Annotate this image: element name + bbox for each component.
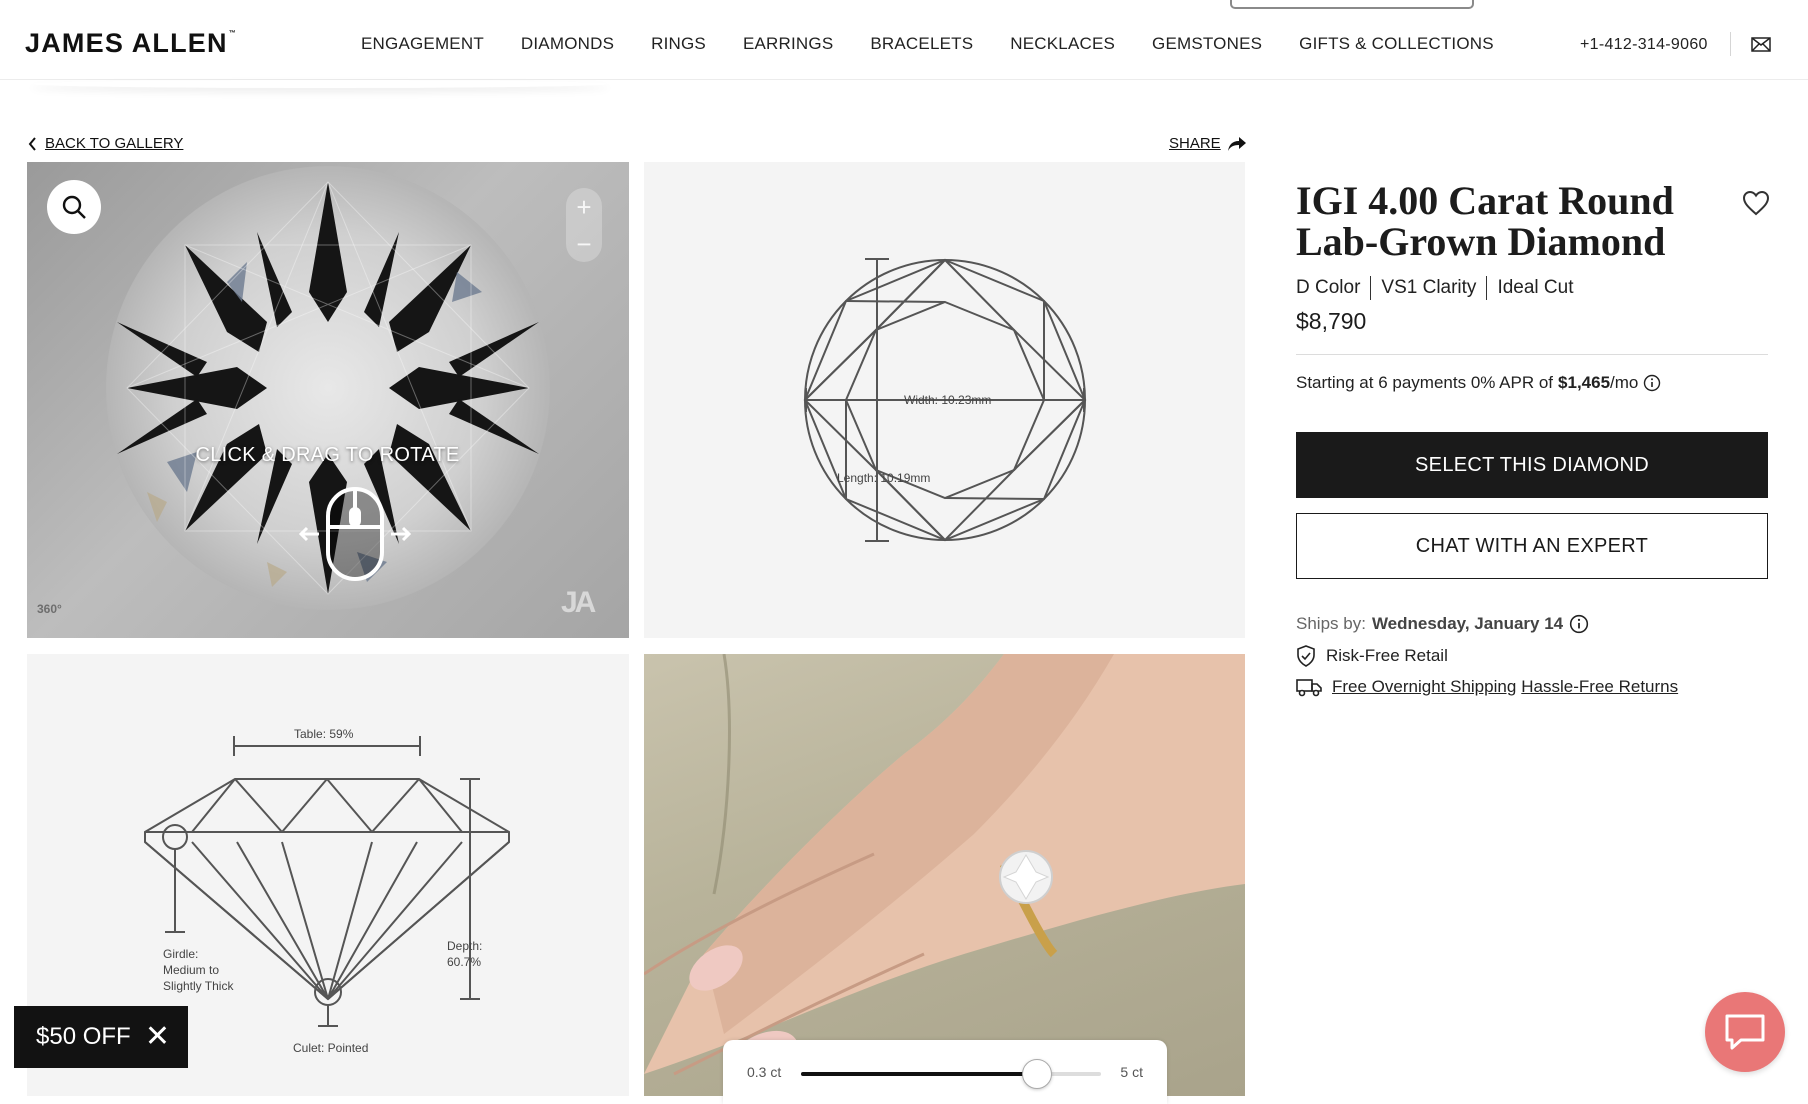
- girdle-value-1: Medium to: [163, 963, 219, 977]
- ring-on-hand-photo[interactable]: [644, 654, 1245, 1096]
- spec-divider: [1486, 276, 1488, 300]
- zoom-control: + −: [566, 188, 602, 262]
- truck-icon: [1296, 679, 1322, 697]
- price-divider: [1296, 354, 1768, 355]
- site-header: JAMES ALLEN™ ENGAGEMENT DIAMONDS RINGS E…: [0, 0, 1808, 80]
- product-title: IGI 4.00 Carat Round Lab-Grown Diamond: [1296, 178, 1674, 264]
- shield-check-icon: [1297, 645, 1315, 667]
- share-label: SHARE: [1169, 135, 1221, 152]
- culet-label: Culet: Pointed: [293, 1041, 368, 1055]
- chevron-left-icon: [28, 136, 36, 151]
- ja-watermark: JA: [561, 586, 596, 619]
- brand-logo[interactable]: JAMES ALLEN™: [25, 28, 237, 59]
- ships-prefix: Ships by:: [1296, 614, 1366, 633]
- chat-with-expert-button[interactable]: CHAT WITH AN EXPERT: [1296, 513, 1768, 579]
- girdle-value-2: Slightly Thick: [163, 979, 234, 993]
- financing-info: Starting at 6 payments 0% APR of $1,465/…: [1296, 373, 1661, 393]
- spec-cut: Ideal Cut: [1497, 277, 1574, 298]
- nav-item-rings[interactable]: RINGS: [651, 34, 706, 54]
- carat-slider-track[interactable]: [801, 1059, 1101, 1089]
- nav-item-engagement[interactable]: ENGAGEMENT: [361, 34, 484, 54]
- carat-size-slider[interactable]: 0.3 ct 5 ct: [723, 1040, 1167, 1104]
- nav-item-gifts-collections[interactable]: GIFTS & COLLECTIONS: [1299, 34, 1494, 54]
- depth-value: 60.7%: [447, 955, 481, 969]
- info-icon[interactable]: [1643, 374, 1661, 392]
- nav-item-earrings[interactable]: EARRINGS: [743, 34, 833, 54]
- promo-label: $50 OFF: [36, 1023, 131, 1050]
- chat-launcher-button[interactable]: [1705, 992, 1785, 1072]
- carat-slider-fill: [801, 1072, 1038, 1076]
- free-overnight-shipping-link[interactable]: Free Overnight Shipping: [1332, 677, 1516, 697]
- ships-by-info: Ships by: Wednesday, January 14: [1296, 614, 1589, 634]
- zoom-in-button[interactable]: +: [576, 194, 591, 220]
- badge-360: 360°: [37, 602, 62, 616]
- carat-min-label: 0.3 ct: [747, 1064, 782, 1080]
- zoom-out-button[interactable]: −: [576, 231, 591, 257]
- risk-free-perk: Risk-Free Retail: [1296, 645, 1448, 667]
- heart-icon[interactable]: [1742, 190, 1770, 216]
- spec-clarity: VS1 Clarity: [1381, 277, 1477, 298]
- diamond-top-outline: Width: 10.23mm Length: 10.19mm: [803, 258, 1087, 542]
- rotate-hint: CLICK & DRAG TO ROTATE: [195, 444, 460, 466]
- info-icon[interactable]: [1569, 614, 1589, 634]
- top-view-diagram[interactable]: Width: 10.23mm Length: 10.19mm: [644, 162, 1245, 638]
- magnify-button[interactable]: [47, 180, 101, 234]
- table-label: Table: 59%: [294, 727, 354, 741]
- share-arrow-icon: [1227, 136, 1246, 151]
- ships-date: Wednesday, January 14: [1371, 614, 1564, 633]
- header-divider: [1730, 32, 1731, 56]
- shipping-returns-perk: Free Overnight Shipping Hassle-Free Retu…: [1296, 677, 1678, 697]
- financing-suffix: /mo: [1610, 373, 1639, 392]
- chat-bubble-icon: [1725, 1014, 1765, 1050]
- dropdown-shadow: [30, 80, 610, 88]
- carat-max-label: 5 ct: [1120, 1064, 1143, 1080]
- search-tab[interactable]: [1230, 0, 1474, 9]
- depth-label: Depth:: [447, 939, 482, 953]
- back-to-gallery-link[interactable]: BACK TO GALLERY: [28, 135, 183, 152]
- hand-illustration: [644, 654, 1245, 1082]
- carat-slider-thumb[interactable]: [1022, 1059, 1053, 1089]
- mail-icon[interactable]: [1751, 37, 1771, 52]
- spec-divider: [1370, 276, 1372, 300]
- financing-prefix: Starting at 6 payments 0% APR of: [1296, 373, 1554, 392]
- girdle-label: Girdle:: [163, 947, 198, 961]
- financing-amount: $1,465: [1558, 373, 1611, 392]
- discount-promo-badge[interactable]: $50 OFF ✕: [14, 1006, 188, 1068]
- diamond-specs: D Color VS1 Clarity Ideal Cut: [1296, 276, 1573, 300]
- phone-number[interactable]: +1-412-314-9060: [1580, 36, 1708, 54]
- width-label: Width: 10.23mm: [904, 393, 991, 407]
- nav-item-gemstones[interactable]: GEMSTONES: [1152, 34, 1262, 54]
- length-label: Length: 10.19mm: [837, 471, 930, 485]
- nav-item-necklaces[interactable]: NECKLACES: [1010, 34, 1115, 54]
- main-nav: ENGAGEMENT DIAMONDS RINGS EARRINGS BRACE…: [361, 34, 1494, 54]
- share-link[interactable]: SHARE: [1169, 135, 1247, 152]
- diamond-360-viewer[interactable]: CLICK & DRAG TO ROTATE 360° JA: [27, 162, 629, 638]
- spec-color: D Color: [1296, 277, 1361, 298]
- select-diamond-button[interactable]: SELECT THIS DIAMOND: [1296, 432, 1768, 498]
- magnifier-icon: [62, 195, 86, 219]
- hassle-free-returns-link[interactable]: Hassle-Free Returns: [1521, 677, 1678, 697]
- mouse-drag-icon: [299, 487, 411, 581]
- nav-item-bracelets[interactable]: BRACELETS: [870, 34, 973, 54]
- nav-item-diamonds[interactable]: DIAMONDS: [521, 34, 614, 54]
- product-price: $8,790: [1296, 308, 1367, 334]
- risk-free-label: Risk-Free Retail: [1326, 646, 1448, 665]
- back-to-gallery-label: BACK TO GALLERY: [45, 135, 184, 152]
- close-icon[interactable]: ✕: [145, 1022, 170, 1052]
